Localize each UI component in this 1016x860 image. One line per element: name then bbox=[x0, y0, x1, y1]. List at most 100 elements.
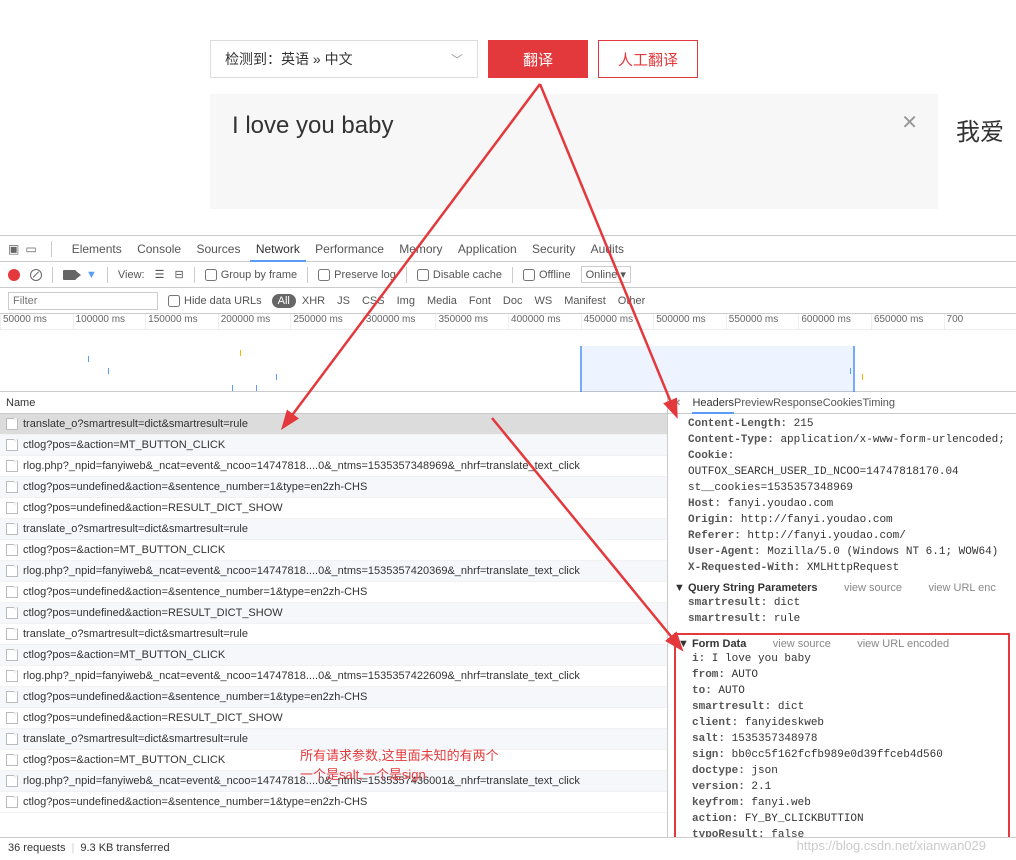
human-translate-button[interactable]: 人工翻译 bbox=[598, 40, 698, 78]
file-icon bbox=[6, 565, 18, 577]
request-row[interactable]: translate_o?smartresult=dict&smartresult… bbox=[0, 414, 667, 435]
request-row[interactable]: ctlog?pos=undefined&action=RESULT_DICT_S… bbox=[0, 498, 667, 519]
network-timeline[interactable]: 50000 ms100000 ms150000 ms200000 ms25000… bbox=[0, 314, 1016, 392]
detail-tab-headers[interactable]: Headers bbox=[692, 394, 734, 414]
request-row[interactable]: translate_o?smartresult=dict&smartresult… bbox=[0, 729, 667, 750]
detail-tab-timing[interactable]: Timing bbox=[862, 394, 895, 412]
file-icon bbox=[6, 523, 18, 535]
filter-type-media[interactable]: Media bbox=[421, 294, 463, 308]
request-row[interactable]: rlog.php?_npid=fanyiweb&_ncat=event&_nco… bbox=[0, 456, 667, 477]
request-row[interactable]: translate_o?smartresult=dict&smartresult… bbox=[0, 624, 667, 645]
filter-type-ws[interactable]: WS bbox=[528, 294, 558, 308]
filter-type-img[interactable]: Img bbox=[391, 294, 421, 308]
file-icon bbox=[6, 628, 18, 640]
request-row[interactable]: rlog.php?_npid=fanyiweb&_ncat=event&_nco… bbox=[0, 666, 667, 687]
request-row[interactable]: ctlog?pos=undefined&action=&sentence_num… bbox=[0, 477, 667, 498]
file-icon bbox=[6, 691, 18, 703]
tab-application[interactable]: Application bbox=[452, 238, 523, 260]
filter-type-manifest[interactable]: Manifest bbox=[558, 294, 612, 308]
close-detail-icon[interactable]: × bbox=[674, 397, 680, 409]
waterfall-icon[interactable]: ⊟ bbox=[174, 268, 183, 281]
request-row[interactable]: ctlog?pos=undefined&action=&sentence_num… bbox=[0, 687, 667, 708]
header-row: st__cookies=1535357348969 bbox=[674, 480, 1010, 496]
group-by-frame-checkbox[interactable]: Group by frame bbox=[205, 269, 297, 281]
request-row[interactable]: ctlog?pos=undefined&action=&sentence_num… bbox=[0, 582, 667, 603]
filter-icon[interactable]: ▼ bbox=[86, 269, 97, 281]
record-icon[interactable] bbox=[8, 269, 20, 281]
formdata-row: sign: bb0cc5f162fcfb989e0d39ffceb4d560 bbox=[678, 747, 1006, 763]
tab-security[interactable]: Security bbox=[526, 238, 581, 260]
request-detail-pane: × HeadersPreviewResponseCookiesTiming Co… bbox=[668, 392, 1016, 837]
hide-data-urls-checkbox[interactable]: Hide data URLs bbox=[168, 295, 262, 307]
request-row[interactable]: ctlog?pos=undefined&action=RESULT_DICT_S… bbox=[0, 603, 667, 624]
screenshot-icon[interactable] bbox=[63, 270, 76, 280]
formdata-row: smartresult: dict bbox=[678, 699, 1006, 715]
name-column-header[interactable]: Name bbox=[0, 392, 667, 414]
view-source-link[interactable]: view source bbox=[844, 582, 902, 594]
throttling-select[interactable]: Online ▾ bbox=[581, 266, 631, 283]
filter-type-doc[interactable]: Doc bbox=[497, 294, 529, 308]
view-url-encoded-link[interactable]: view URL enc bbox=[928, 582, 995, 594]
request-rows: translate_o?smartresult=dict&smartresult… bbox=[0, 414, 667, 837]
disable-cache-checkbox[interactable]: Disable cache bbox=[417, 269, 502, 281]
language-select[interactable]: 检测到：英语 » 中文 ﹀ bbox=[210, 40, 478, 78]
network-toolbar: ▼ View: ☰ ⊟ Group by frame Preserve log … bbox=[0, 262, 1016, 288]
formdata-row: action: FY_BY_CLICKBUTTION bbox=[678, 811, 1006, 827]
filter-type-css[interactable]: CSS bbox=[356, 294, 391, 308]
request-row[interactable]: rlog.php?_npid=fanyiweb&_ncat=event&_nco… bbox=[0, 771, 667, 792]
timeline-selection[interactable] bbox=[580, 346, 855, 392]
filter-type-font[interactable]: Font bbox=[463, 294, 497, 308]
large-rows-icon[interactable]: ☰ bbox=[155, 268, 165, 281]
tab-console[interactable]: Console bbox=[131, 238, 187, 260]
preserve-log-checkbox[interactable]: Preserve log bbox=[318, 269, 396, 281]
filter-input[interactable] bbox=[8, 292, 158, 310]
tab-performance[interactable]: Performance bbox=[309, 238, 390, 260]
request-row[interactable]: ctlog?pos=&action=MT_BUTTON_CLICK bbox=[0, 540, 667, 561]
request-row[interactable]: ctlog?pos=undefined&action=&sentence_num… bbox=[0, 792, 667, 813]
filter-type-other[interactable]: Other bbox=[612, 294, 652, 308]
formdata-title[interactable]: ▼ Form Data bbox=[678, 638, 746, 650]
request-row[interactable]: ctlog?pos=&action=MT_BUTTON_CLICK bbox=[0, 435, 667, 456]
tab-memory[interactable]: Memory bbox=[393, 238, 448, 260]
header-row: Cookie: OUTFOX_SEARCH_USER_ID_NCOO=14747… bbox=[674, 448, 1010, 480]
device-icon[interactable]: ▭ bbox=[25, 242, 36, 256]
source-text-input[interactable]: I love you baby ✕ bbox=[210, 94, 938, 209]
request-row[interactable]: rlog.php?_npid=fanyiweb&_ncat=event&_nco… bbox=[0, 561, 667, 582]
tab-sources[interactable]: Sources bbox=[190, 238, 246, 260]
formdata-row: salt: 1535357348978 bbox=[678, 731, 1006, 747]
tab-audits[interactable]: Audits bbox=[585, 238, 630, 260]
language-bar: 检测到：英语 » 中文 ﹀ 翻译 人工翻译 bbox=[210, 40, 1016, 78]
clear-icon[interactable] bbox=[30, 269, 42, 281]
view-source-link[interactable]: view source bbox=[773, 638, 831, 650]
translator-section: 检测到：英语 » 中文 ﹀ 翻译 人工翻译 I love you baby ✕ … bbox=[0, 0, 1016, 209]
tab-network[interactable]: Network bbox=[250, 238, 306, 262]
header-row: Content-Length: 215 bbox=[674, 416, 1010, 432]
qsp-title[interactable]: ▼ Query String Parameters bbox=[674, 582, 818, 594]
request-row[interactable]: ctlog?pos=&action=MT_BUTTON_CLICK bbox=[0, 750, 667, 771]
formdata-row: version: 2.1 bbox=[678, 779, 1006, 795]
chevron-down-icon: ﹀ bbox=[451, 51, 463, 68]
detail-tab-response[interactable]: Response bbox=[773, 394, 823, 412]
translate-button[interactable]: 翻译 bbox=[488, 40, 588, 78]
tab-elements[interactable]: Elements bbox=[66, 238, 128, 260]
request-row[interactable]: ctlog?pos=&action=MT_BUTTON_CLICK bbox=[0, 645, 667, 666]
view-url-encoded-link[interactable]: view URL encoded bbox=[857, 638, 949, 650]
filter-type-all[interactable]: All bbox=[272, 294, 296, 308]
formdata-row: from: AUTO bbox=[678, 667, 1006, 683]
request-row[interactable]: translate_o?smartresult=dict&smartresult… bbox=[0, 519, 667, 540]
filter-type-xhr[interactable]: XHR bbox=[296, 294, 331, 308]
request-count: 36 requests bbox=[8, 842, 65, 854]
transferred-size: 9.3 KB transferred bbox=[80, 842, 169, 854]
network-split: Name translate_o?smartresult=dict&smartr… bbox=[0, 392, 1016, 837]
offline-checkbox[interactable]: Offline bbox=[523, 269, 571, 281]
file-icon bbox=[6, 796, 18, 808]
text-row: I love you baby ✕ 我爱 bbox=[210, 94, 1016, 209]
language-text: 检测到：英语 » 中文 bbox=[225, 49, 353, 69]
request-row[interactable]: ctlog?pos=undefined&action=RESULT_DICT_S… bbox=[0, 708, 667, 729]
inspect-icon[interactable]: ▣ bbox=[8, 242, 19, 256]
devtools-panel: ▣ ▭ Elements Console Sources Network Per… bbox=[0, 235, 1016, 857]
close-icon[interactable]: ✕ bbox=[901, 110, 918, 135]
filter-type-js[interactable]: JS bbox=[331, 294, 356, 308]
detail-tab-preview[interactable]: Preview bbox=[734, 394, 773, 412]
detail-tab-cookies[interactable]: Cookies bbox=[823, 394, 863, 412]
